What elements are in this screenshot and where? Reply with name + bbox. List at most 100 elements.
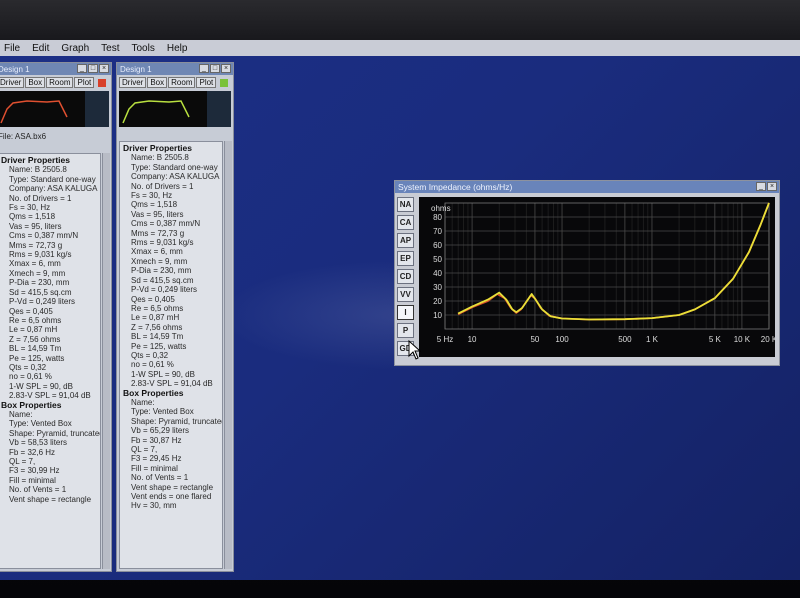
property-line: Qes = 0,405: [131, 294, 175, 304]
tab-driver[interactable]: Driver: [119, 77, 147, 88]
property-line: no = 0,61 %: [131, 360, 174, 370]
y-tick-label: 40: [433, 269, 442, 278]
x-tick-label: 10: [468, 335, 477, 344]
y-tick-label: 70: [433, 227, 442, 236]
property-line: Rms = 9,031 kg/s: [9, 250, 72, 260]
tab-box[interactable]: Box: [25, 77, 46, 88]
graph-button-na[interactable]: NA: [397, 197, 414, 212]
graph-button-ca[interactable]: CA: [397, 215, 414, 230]
menu-tools[interactable]: Tools: [132, 43, 155, 54]
property-line: Qes = 0,405: [9, 306, 53, 316]
property-line: Xmax = 6, mm: [131, 247, 183, 257]
property-line: Vb = 58,53 liters: [9, 438, 68, 448]
tab-box[interactable]: Box: [147, 77, 168, 88]
x-tick-label: 5 K: [709, 335, 722, 344]
property-line: Name: B 2505.8: [9, 165, 67, 175]
graph-button-p[interactable]: P: [397, 323, 414, 338]
property-line: Qts = 0,32: [9, 362, 47, 372]
menu-graph[interactable]: Graph: [61, 43, 89, 54]
property-line: F3 = 30,99 Hz: [9, 466, 60, 476]
property-line: Type: Vented Box: [9, 419, 72, 429]
property-line: 1-W SPL = 90, dB: [131, 369, 195, 379]
driver-properties-header: Driver Properties: [123, 143, 192, 153]
response-thumbnail-curve: [122, 100, 190, 124]
property-line: BL = 14,59 Tm: [9, 344, 62, 354]
x-tick-label: 5 Hz: [437, 335, 453, 344]
maximize-icon[interactable]: □: [88, 64, 98, 73]
property-line: Vas = 95, liters: [131, 209, 184, 219]
property-line: Sd = 415,5 sq.cm: [9, 287, 72, 297]
property-line: F3 = 29,45 Hz: [131, 454, 182, 464]
menu-edit[interactable]: Edit: [32, 43, 49, 54]
close-icon[interactable]: ×: [99, 64, 109, 73]
maximize-icon[interactable]: □: [210, 64, 220, 73]
property-line: P-Dia = 230, mm: [9, 278, 70, 288]
menu-bar: File Edit Graph Test Tools Help: [0, 40, 800, 56]
response-thumbnail: [119, 91, 231, 127]
graph-button-i[interactable]: I: [397, 305, 414, 320]
design-window-1-title: Design 1: [0, 64, 30, 74]
design-window-1[interactable]: Design 1 _ □ × Driver Box Room Plot File…: [0, 62, 112, 572]
box-properties-header: Box Properties: [1, 399, 62, 410]
tab-room[interactable]: Room: [46, 77, 74, 88]
minimize-icon[interactable]: _: [199, 64, 209, 73]
close-icon[interactable]: ×: [767, 182, 777, 191]
property-line: Type: Standard one-way: [131, 162, 218, 172]
design-color-indicator[interactable]: [220, 78, 229, 87]
property-line: Name:: [131, 397, 155, 407]
graph-button-ap[interactable]: AP: [397, 233, 414, 248]
tab-plot[interactable]: Plot: [74, 77, 95, 88]
tab-driver[interactable]: Driver: [0, 77, 25, 88]
properties-panel: Driver Properties Name: B 2505.8 Type: St…: [119, 141, 223, 569]
graph-button-vv[interactable]: VV: [397, 287, 414, 302]
property-line: Fb = 32,6 Hz: [9, 447, 56, 457]
menu-file[interactable]: File: [4, 43, 20, 54]
design-window-2-title: Design 1: [120, 64, 152, 74]
design-window-2-tabs: Driver Box Room Plot: [117, 75, 233, 88]
property-line: Rms = 9,031 kg/s: [131, 238, 194, 248]
impedance-title: System Impedance (ohms/Hz): [398, 182, 513, 192]
property-line: Fill = minimal: [131, 463, 178, 473]
property-line: No. of Vents = 1: [9, 485, 67, 495]
property-line: P-Dia = 230, mm: [131, 266, 192, 276]
graph-button-ep[interactable]: EP: [397, 251, 414, 266]
minimize-icon[interactable]: _: [77, 64, 87, 73]
property-line: Z = 7,56 ohms: [131, 322, 183, 332]
design-window-1-titlebar[interactable]: Design 1 _ □ ×: [0, 63, 111, 75]
speaker-icon: [207, 91, 231, 127]
property-line: QL = 7,: [9, 457, 36, 466]
scrollbar[interactable]: [102, 153, 110, 569]
property-line: no = 0,61 %: [9, 372, 52, 382]
property-line: Shape: Pyramid, truncated: [131, 416, 223, 426]
design-window-2[interactable]: Design 1 _ □ × Driver Box Room Plot Driv…: [116, 62, 234, 572]
y-tick-label: 20: [433, 297, 442, 306]
system-impedance-window[interactable]: System Impedance (ohms/Hz) _ × NA CA AP EP C…: [394, 180, 780, 366]
x-tick-label: 1 K: [646, 335, 659, 344]
property-line: No. of Drivers = 1: [9, 193, 72, 203]
property-line: No. of Vents = 1: [131, 473, 189, 483]
property-line: No. of Drivers = 1: [131, 181, 194, 191]
property-line: Xmech = 9, mm: [9, 268, 66, 278]
y-tick-label: 60: [433, 241, 442, 250]
property-line: P-Vd = 0,249 liters: [131, 285, 198, 295]
design-window-2-titlebar[interactable]: Design 1 _ □ ×: [117, 63, 233, 75]
impedance-titlebar[interactable]: System Impedance (ohms/Hz) _ ×: [395, 181, 779, 193]
property-line: Z = 7,56 ohms: [9, 334, 61, 344]
y-tick-label: 10: [433, 311, 442, 320]
minimize-icon[interactable]: _: [756, 182, 766, 191]
property-line: Xmech = 9, mm: [131, 256, 188, 266]
menu-test[interactable]: Test: [101, 43, 119, 54]
close-icon[interactable]: ×: [221, 64, 231, 73]
property-line: Vent shape = rectangle: [9, 494, 92, 504]
menu-help[interactable]: Help: [167, 43, 188, 54]
graph-button-cd[interactable]: CD: [397, 269, 414, 284]
property-line: Re = 6,5 ohms: [9, 315, 62, 325]
tab-room[interactable]: Room: [168, 77, 196, 88]
property-line: Fs = 30, Hz: [131, 191, 173, 201]
design-color-indicator[interactable]: [98, 78, 107, 87]
tab-plot[interactable]: Plot: [196, 77, 217, 88]
property-line: Name: B 2505.8: [131, 153, 189, 163]
property-line: Type: Standard one-way: [9, 174, 96, 184]
scrollbar[interactable]: [224, 141, 232, 569]
property-line: Vent ends = one flared: [131, 492, 212, 502]
